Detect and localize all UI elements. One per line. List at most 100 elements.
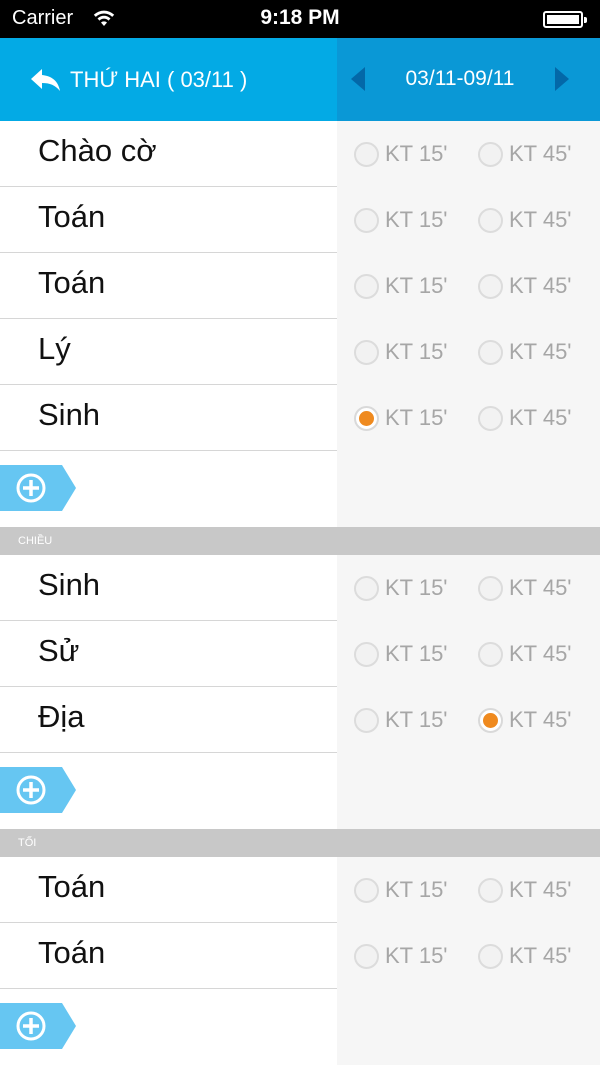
kt15-option[interactable]: KT 15' — [354, 405, 448, 431]
schedule-list: Chào cờ KT 15' KT 45' Toán KT 15' KT 45' Toán K… — [0, 121, 600, 1065]
kt45-option[interactable]: KT 45' — [478, 405, 572, 431]
add-subject-button[interactable] — [0, 1003, 76, 1049]
kt45-label: KT 45' — [509, 641, 572, 666]
subject-row: Địa KT 15' KT 45' — [0, 687, 600, 753]
add-subject-row — [0, 989, 600, 1065]
subject-cell: Toán — [0, 253, 337, 319]
status-time: 9:18 PM — [260, 6, 340, 29]
kt15-option[interactable]: KT 15' — [354, 943, 448, 969]
kt15-radio[interactable] — [354, 641, 379, 667]
kt15-label: KT 15' — [385, 141, 448, 166]
kt45-label: KT 45' — [509, 877, 572, 902]
subject-name: Chào cờ — [38, 133, 157, 168]
add-cell-blank — [337, 451, 600, 527]
subject-name: Sinh — [38, 567, 101, 602]
section-header: TỐI — [0, 829, 600, 857]
subject-cell: Chào cờ — [0, 121, 337, 187]
schedule-section: TỐI Toán KT 15' KT 45' Toán KT 15' KT 45' — [0, 829, 600, 1065]
subject-name: Sinh — [38, 397, 101, 432]
subject-row: Sử KT 15' KT 45' — [0, 621, 600, 687]
kt45-radio[interactable] — [478, 943, 503, 969]
kt15-option[interactable]: KT 15' — [354, 707, 448, 733]
kt15-radio[interactable] — [354, 141, 379, 167]
kt15-label: KT 15' — [385, 405, 448, 430]
kt45-radio[interactable] — [478, 707, 503, 733]
add-subject-row — [0, 753, 600, 829]
kt15-option[interactable]: KT 15' — [354, 877, 448, 903]
kt45-radio[interactable] — [478, 575, 503, 601]
kt15-option[interactable]: KT 15' — [354, 273, 448, 299]
kt15-option[interactable]: KT 15' — [354, 339, 448, 365]
back-button[interactable]: THỨ HAI ( 03/11 ) — [30, 60, 247, 100]
add-cell-blank — [337, 753, 600, 829]
kt15-label: KT 15' — [385, 339, 448, 364]
kt45-option[interactable]: KT 45' — [478, 943, 572, 969]
subject-row: Sinh KT 15' KT 45' — [0, 385, 600, 451]
subject-cell: Sinh — [0, 555, 337, 621]
subject-name: Toán — [38, 869, 106, 904]
kt15-label: KT 15' — [385, 877, 448, 902]
previous-week-icon[interactable] — [348, 66, 368, 92]
kt45-radio[interactable] — [478, 877, 503, 903]
kt15-label: KT 15' — [385, 207, 448, 232]
subject-cell: Sinh — [0, 385, 337, 451]
add-subject-button[interactable] — [0, 465, 76, 511]
subject-cell: Toán — [0, 923, 337, 989]
kt15-radio[interactable] — [354, 877, 379, 903]
kt15-option[interactable]: KT 15' — [354, 641, 448, 667]
kt45-radio[interactable] — [478, 207, 503, 233]
subject-name: Toán — [38, 199, 106, 234]
kt45-label: KT 45' — [509, 141, 572, 166]
kt45-option[interactable]: KT 45' — [478, 707, 572, 733]
subject-row: Toán KT 15' KT 45' — [0, 187, 600, 253]
kt15-radio[interactable] — [354, 575, 379, 601]
kt45-label: KT 45' — [509, 273, 572, 298]
subject-cell: Toán — [0, 857, 337, 923]
kt45-radio[interactable] — [478, 141, 503, 167]
kt45-label: KT 45' — [509, 339, 572, 364]
subject-cell: Sử — [0, 621, 337, 687]
kt15-option[interactable]: KT 15' — [354, 141, 448, 167]
add-cell-blank — [337, 989, 600, 1065]
subject-cell: Địa — [0, 687, 337, 753]
kt15-radio[interactable] — [354, 707, 379, 733]
kt45-radio[interactable] — [478, 339, 503, 365]
subject-name: Lý — [38, 331, 71, 366]
nav-bar: THỨ HAI ( 03/11 ) 03/11-09/11 — [0, 38, 600, 121]
kt15-radio[interactable] — [354, 273, 379, 299]
kt15-radio[interactable] — [354, 339, 379, 365]
status-bar: Carrier 9:18 PM — [0, 0, 600, 38]
kt15-label: KT 15' — [385, 641, 448, 666]
kt45-radio[interactable] — [478, 641, 503, 667]
next-week-icon[interactable] — [552, 66, 572, 92]
kt15-radio[interactable] — [354, 405, 379, 431]
subject-cell: Lý — [0, 319, 337, 385]
kt15-option[interactable]: KT 15' — [354, 575, 448, 601]
kt45-option[interactable]: KT 45' — [478, 339, 572, 365]
subject-name: Toán — [38, 935, 106, 970]
add-subject-row — [0, 451, 600, 527]
subject-row: Toán KT 15' KT 45' — [0, 923, 600, 989]
kt45-option[interactable]: KT 45' — [478, 575, 572, 601]
subject-name: Địa — [38, 699, 85, 734]
subject-row: Chào cờ KT 15' KT 45' — [0, 121, 600, 187]
kt45-option[interactable]: KT 45' — [478, 641, 572, 667]
subject-cell: Toán — [0, 187, 337, 253]
kt15-label: KT 15' — [385, 273, 448, 298]
kt45-option[interactable]: KT 45' — [478, 273, 572, 299]
subject-row: Sinh KT 15' KT 45' — [0, 555, 600, 621]
kt15-option[interactable]: KT 15' — [354, 207, 448, 233]
kt15-radio[interactable] — [354, 943, 379, 969]
kt45-radio[interactable] — [478, 273, 503, 299]
kt45-radio[interactable] — [478, 405, 503, 431]
kt45-option[interactable]: KT 45' — [478, 207, 572, 233]
battery-icon — [543, 11, 587, 28]
kt15-radio[interactable] — [354, 207, 379, 233]
add-subject-button[interactable] — [0, 767, 76, 813]
kt45-option[interactable]: KT 45' — [478, 141, 572, 167]
kt15-label: KT 15' — [385, 707, 448, 732]
week-range-label: 03/11-09/11 — [405, 67, 515, 90]
kt45-label: KT 45' — [509, 575, 572, 600]
kt45-label: KT 45' — [509, 207, 572, 232]
kt45-option[interactable]: KT 45' — [478, 877, 572, 903]
